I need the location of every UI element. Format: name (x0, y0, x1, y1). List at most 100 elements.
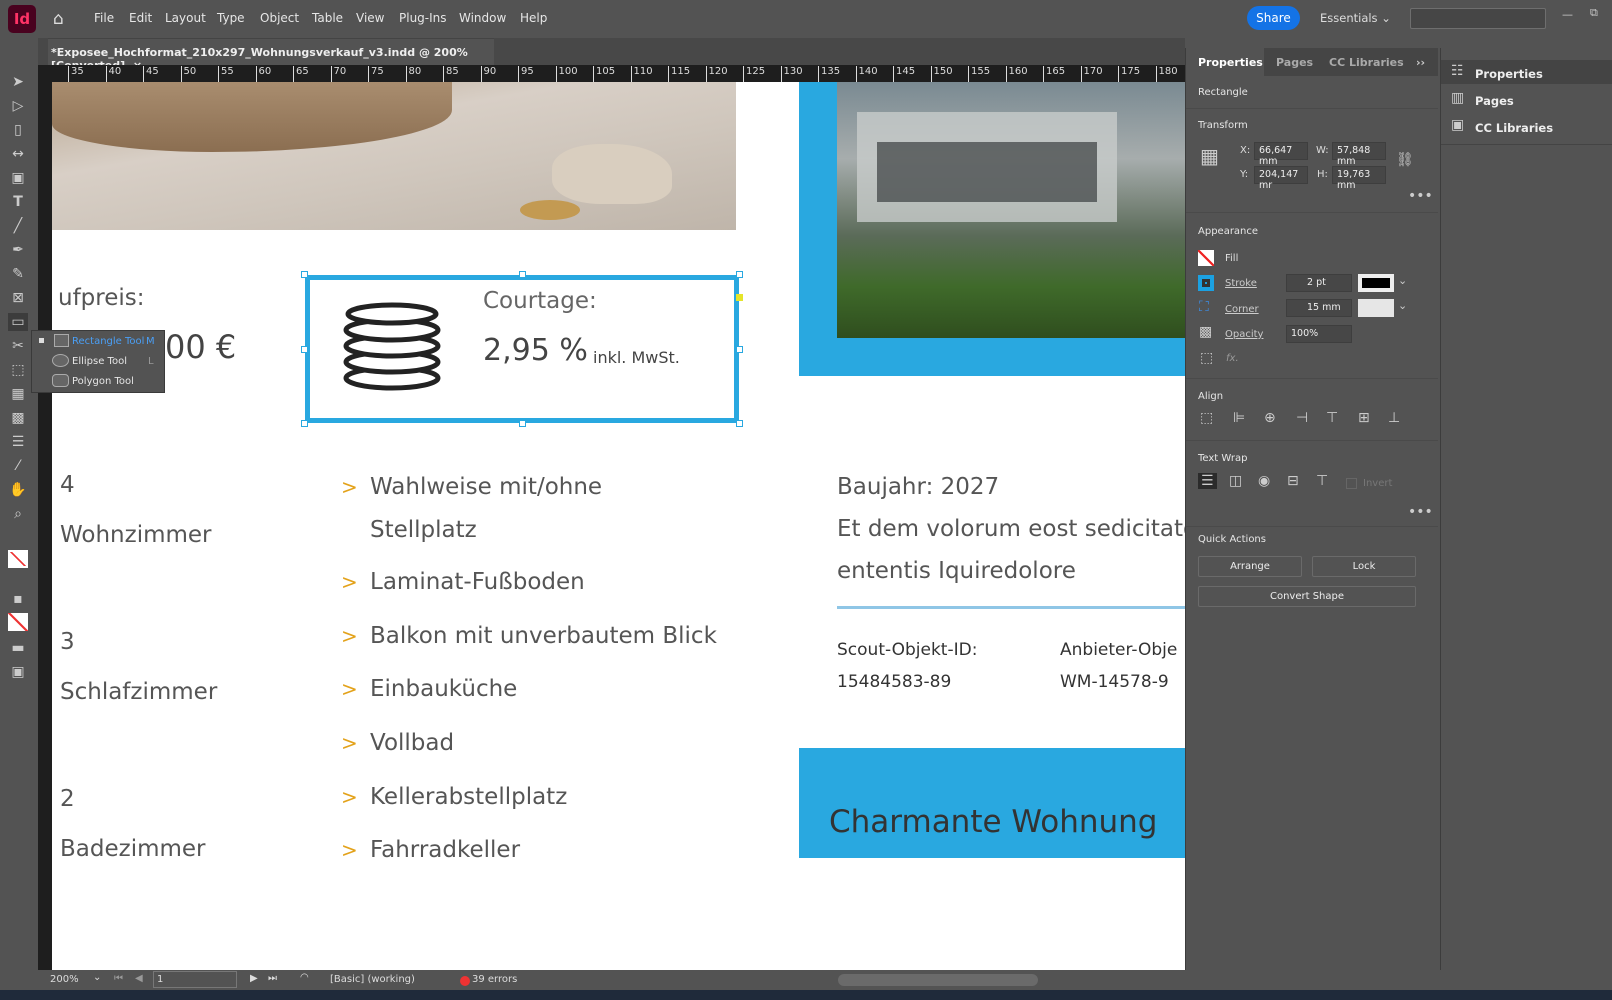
x-field[interactable]: 66,647 mm (1254, 142, 1308, 167)
hand-tool-icon[interactable]: ✋ (8, 481, 28, 499)
selection-handle[interactable] (301, 271, 308, 278)
eyedropper-tool-icon[interactable]: ⁄ (8, 457, 28, 475)
align-bottom-icon[interactable]: ⊥ (1388, 410, 1400, 426)
align-horizontal-center-icon[interactable]: ⊕ (1264, 410, 1276, 426)
align-vertical-center-icon[interactable]: ⊞ (1358, 410, 1370, 426)
fill-none-icon[interactable] (1198, 250, 1214, 266)
align-to-selection-icon[interactable]: ⬚ (1200, 410, 1213, 426)
opacity-field[interactable]: 100% (1286, 325, 1352, 343)
first-page-icon[interactable]: ⏮ (114, 973, 123, 984)
align-left-icon[interactable]: ⊫ (1233, 410, 1245, 426)
vertical-ruler[interactable] (38, 82, 52, 970)
selection-tool-icon[interactable]: ➤ (8, 73, 28, 91)
selection-handle[interactable] (519, 420, 526, 427)
menu-table[interactable]: Table (312, 11, 343, 25)
chevron-down-icon[interactable]: ⌄ (1398, 274, 1407, 287)
preflight-profile[interactable]: [Basic] (working) (330, 974, 415, 985)
wrap-object-shape-icon[interactable]: ◉ (1258, 473, 1270, 489)
panel-collapse-icon[interactable]: ›› (1416, 56, 1425, 69)
corner-label[interactable]: Corner (1225, 304, 1259, 315)
dock-item-pages[interactable]: Pages (1475, 94, 1514, 108)
reference-point-icon[interactable]: ▦ (1200, 144, 1219, 168)
live-corner-handle[interactable] (736, 294, 743, 301)
line-tool-icon[interactable]: ╱ (8, 217, 28, 235)
content-collector-icon[interactable]: ▣ (8, 169, 28, 187)
convert-shape-button[interactable]: Convert Shape (1198, 586, 1416, 607)
menu-edit[interactable]: Edit (129, 11, 152, 25)
page-number-field[interactable]: 1 (153, 971, 237, 988)
scissors-tool-icon[interactable]: ✂ (8, 337, 28, 355)
note-tool-icon[interactable]: ☰ (8, 433, 28, 451)
align-top-icon[interactable]: ⊤ (1326, 410, 1338, 426)
zoom-level[interactable]: 200% (50, 974, 79, 985)
rectangle-tool-icon[interactable]: ▭ (8, 313, 28, 331)
fill-swatch-icon[interactable] (8, 550, 28, 568)
rectangle-frame-tool-icon[interactable]: ⊠ (8, 289, 28, 307)
dock-item-properties[interactable]: Properties (1475, 67, 1543, 81)
gradient-tool-icon[interactable]: ▦ (8, 385, 28, 403)
next-page-icon[interactable]: ▶ (250, 973, 258, 984)
flyout-item-rectangle[interactable]: Rectangle Tool (72, 336, 144, 347)
stroke-label[interactable]: Stroke (1225, 278, 1257, 289)
corner-shape-swatch[interactable] (1358, 299, 1394, 317)
menu-window[interactable]: Window (459, 11, 506, 25)
stroke-type-swatch[interactable] (1358, 274, 1394, 292)
gap-tool-icon[interactable]: ↔ (8, 145, 28, 163)
effects-icon[interactable]: ⬚ (1200, 350, 1213, 366)
selection-handle[interactable] (301, 346, 308, 353)
type-tool-icon[interactable]: T (8, 193, 28, 211)
jump-next-column-icon[interactable]: ⊤ (1316, 473, 1328, 489)
document-canvas[interactable]: ufpreis: 00 € Courtage: 2,95 % inkl. MwS… (52, 82, 1185, 970)
preflight-icon[interactable]: ◠ (300, 972, 309, 983)
pencil-tool-icon[interactable]: ✎ (8, 265, 28, 283)
formatting-container-icon[interactable]: ▪ (8, 590, 28, 608)
apply-none-icon[interactable] (8, 613, 28, 631)
w-field[interactable]: 57,848 mm (1332, 142, 1386, 167)
tab-pages[interactable]: Pages (1276, 56, 1313, 69)
more-options-icon[interactable]: ••• (1408, 504, 1433, 520)
selection-handle[interactable] (301, 420, 308, 427)
align-right-icon[interactable]: ⊣ (1296, 410, 1308, 426)
selection-handle[interactable] (736, 271, 743, 278)
stroke-swatch-icon[interactable] (1198, 275, 1214, 291)
chevron-down-icon[interactable]: ⌄ (93, 972, 101, 983)
workspace-switcher[interactable]: Essentials ⌄ (1320, 11, 1391, 25)
page-tool-icon[interactable]: ▯ (8, 121, 28, 139)
view-mode-icon[interactable]: ▣ (8, 663, 28, 681)
screen-mode-icon[interactable]: ▬ (8, 639, 28, 657)
invert-checkbox[interactable] (1346, 478, 1357, 489)
zoom-tool-icon[interactable]: ⌕ (8, 505, 28, 523)
home-icon[interactable]: ⌂ (53, 9, 64, 29)
previous-page-icon[interactable]: ◀ (135, 973, 143, 984)
corner-icon[interactable]: ⛶ (1199, 299, 1209, 315)
y-field[interactable]: 204,147 mr (1254, 166, 1308, 191)
selection-handle[interactable] (736, 420, 743, 427)
menu-file[interactable]: File (94, 11, 114, 25)
horizontal-scrollbar[interactable] (838, 974, 1038, 986)
corner-size-field[interactable]: 15 mm (1286, 299, 1352, 317)
stroke-weight-field[interactable]: 2 pt (1286, 274, 1352, 292)
direct-selection-tool-icon[interactable]: ▷ (8, 97, 28, 115)
menu-help[interactable]: Help (520, 11, 547, 25)
opacity-label[interactable]: Opacity (1225, 329, 1263, 340)
menu-type[interactable]: Type (217, 11, 245, 25)
gradient-feather-icon[interactable]: ▩ (8, 409, 28, 427)
search-input[interactable] (1410, 8, 1546, 29)
restore-button[interactable]: ⧉ (1590, 6, 1598, 20)
constrain-proportions-icon[interactable]: ⛓ (1396, 152, 1414, 168)
document-tab[interactable]: *Exposee_Hochformat_210x297_Wohnungsverk… (48, 38, 494, 72)
jump-object-icon[interactable]: ⊟ (1287, 473, 1299, 489)
dock-item-cc-libraries[interactable]: CC Libraries (1475, 121, 1553, 135)
h-field[interactable]: 19,763 mm (1332, 166, 1386, 191)
courtage-frame[interactable]: Courtage: 2,95 % inkl. MwSt. (305, 275, 739, 423)
flyout-item-polygon[interactable]: Polygon Tool (72, 376, 134, 387)
no-text-wrap-icon[interactable]: ☰ (1198, 473, 1217, 489)
pen-tool-icon[interactable]: ✒ (8, 241, 28, 259)
menu-view[interactable]: View (356, 11, 384, 25)
chevron-down-icon[interactable]: ⌄ (1398, 299, 1407, 312)
horizontal-ruler[interactable]: 35 40 45 50 55 60 65 70 75 80 85 90 95 100 105 110 115 12… (38, 65, 1185, 82)
arrange-button[interactable]: Arrange (1198, 556, 1302, 577)
fx-label[interactable]: fx. (1226, 353, 1239, 364)
tab-properties[interactable]: Properties (1198, 56, 1263, 69)
error-count[interactable]: 39 errors (472, 974, 517, 985)
